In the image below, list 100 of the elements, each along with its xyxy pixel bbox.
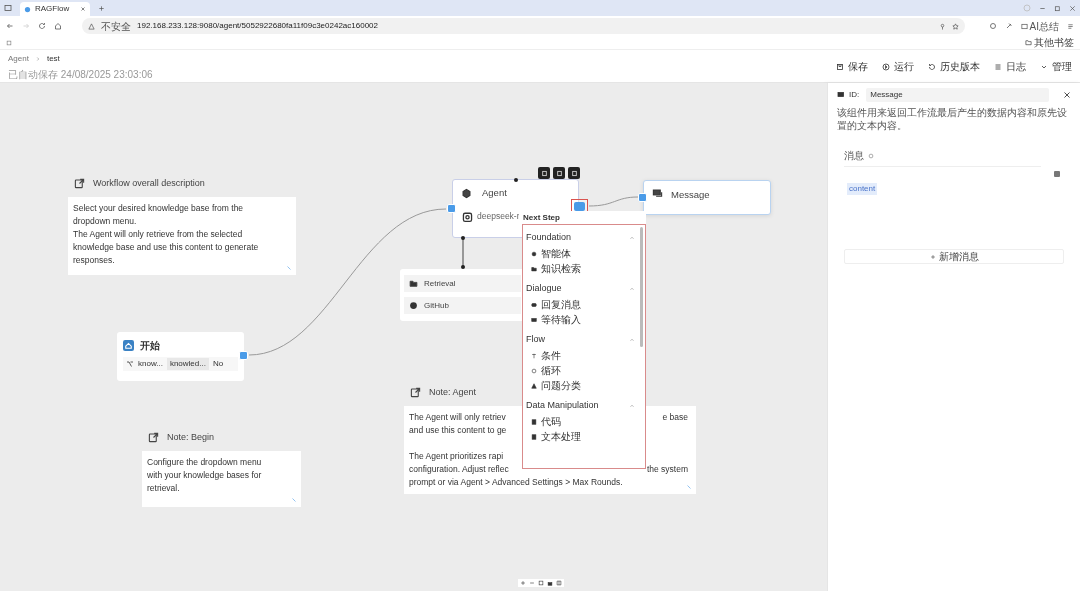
close-icon — [80, 6, 86, 12]
section-title: Dialogue — [526, 281, 562, 295]
forward-icon — [22, 22, 30, 30]
zoom-out-icon — [529, 580, 535, 586]
warning-icon — [88, 22, 95, 30]
home-icon — [123, 340, 134, 351]
address-bar[interactable]: 不安全 192.168.233.128:9080/agent/5052922680fa11f09c3e0242ac160002 — [82, 18, 965, 34]
note-title: Workflow overall description — [93, 177, 205, 190]
note-text: knowledge base and use this content to generate — [73, 241, 259, 254]
circle-icon — [409, 301, 418, 310]
chevron-right-icon — [34, 56, 41, 62]
menu-item[interactable]: 文本处理 — [531, 429, 635, 444]
note-text: Configure the dropdown menu — [147, 456, 262, 469]
message-node[interactable]: Message — [643, 180, 771, 215]
note-text: The Agent will only retrieve from the selected — [73, 228, 243, 241]
menu-item[interactable]: 智能体 — [531, 246, 635, 261]
new-tab-icon — [98, 5, 105, 12]
scrollbar[interactable] — [640, 227, 643, 347]
variable-tag: content — [847, 183, 878, 195]
autosave-text: 已自动保存 24/08/2025 23:03:06 — [8, 68, 153, 82]
node-title: 开始 — [140, 339, 160, 353]
note-text: Select your desired knowledge base from the — [73, 202, 244, 215]
connection-edge — [588, 196, 639, 207]
reload-icon — [38, 22, 46, 30]
menu-item[interactable]: 问题分类 — [531, 378, 635, 393]
node-title: Message — [671, 188, 710, 202]
connection-edge — [462, 238, 464, 268]
chat-icon — [837, 91, 845, 99]
section-title: Data Manipulation — [526, 398, 599, 412]
toolbar-button[interactable]: 运行 — [882, 59, 914, 74]
close-icon — [1069, 5, 1076, 12]
info-icon — [868, 152, 874, 159]
run-icon — [882, 62, 890, 71]
save-icon — [836, 62, 844, 71]
note-text: The Agent prioritizes rapi — [409, 450, 504, 463]
menu-icon — [1067, 22, 1074, 30]
loop-icon — [531, 367, 537, 374]
breadcrumb-current: test — [46, 53, 60, 65]
add-message-button[interactable]: 新增消息 — [844, 249, 1064, 264]
begin-node[interactable]: 开始 know... knowled... No — [117, 332, 244, 381]
menu-item[interactable]: 循环 — [531, 363, 635, 378]
toolbar-button[interactable]: 保存 — [836, 59, 868, 74]
note-text: the system — [646, 463, 689, 476]
restore-icon — [1054, 5, 1061, 12]
node-title: Agent — [482, 186, 507, 200]
ai-summary-button[interactable]: AI总结 — [1020, 18, 1059, 34]
chat-icon — [652, 188, 663, 199]
security-label: 不安全 — [101, 19, 131, 34]
connection-handle[interactable] — [239, 351, 248, 360]
note-text: e base — [662, 411, 689, 424]
tab-list-icon — [4, 4, 12, 12]
section-title: Flow — [526, 332, 545, 346]
fit-view-icon — [538, 580, 544, 586]
note-text: The Agent will only retriev — [409, 411, 506, 424]
star-icon — [951, 22, 959, 30]
history-icon — [928, 62, 936, 71]
toolbar-button[interactable]: 日志 — [994, 59, 1026, 74]
close-icon — [1063, 91, 1071, 99]
note-text: responses. — [73, 254, 115, 267]
toolbar-button[interactable]: 管理 — [1040, 59, 1072, 74]
folder-icon — [409, 279, 418, 288]
note-text: with your knowledge bases for — [147, 469, 262, 482]
menu-item[interactable]: 代码 — [531, 414, 635, 429]
note-title: Note: Agent — [429, 386, 477, 399]
toolbar-button[interactable]: 历史版本 — [928, 59, 980, 74]
profile-icon — [1023, 4, 1031, 12]
menu-item[interactable]: 回复消息 — [531, 297, 635, 312]
tab-title: RAGFlow — [35, 3, 70, 15]
note-text: dropdown menu. — [73, 215, 137, 228]
browser-tab[interactable]: RAGFlow — [20, 2, 90, 16]
note-text: retrieval. — [147, 482, 180, 495]
menu-item[interactable]: 知识检索 — [531, 261, 635, 276]
tool-item[interactable]: Retrieval — [404, 275, 521, 292]
classify-icon — [531, 382, 537, 389]
connection-handle[interactable] — [447, 204, 456, 213]
field-label: 消息 — [844, 149, 864, 163]
id-label: ID: — [849, 89, 860, 101]
minimize-icon — [1039, 5, 1046, 12]
location-icon — [938, 22, 946, 30]
note-icon — [148, 432, 159, 444]
input-optional: No — [212, 358, 224, 370]
home-icon — [54, 22, 62, 30]
zoom-in-icon — [520, 580, 526, 586]
note-title: Note: Begin — [167, 431, 215, 444]
breadcrumb-link[interactable]: Agent — [8, 53, 29, 65]
id-field[interactable]: Message — [866, 88, 1049, 102]
menu-item[interactable]: 等待输入 — [531, 312, 635, 327]
resize-icon — [291, 497, 297, 503]
component-description: 该组件用来返回工作流最后产生的数据内容和原先设置的文本内容。 — [837, 106, 1068, 132]
cube-icon — [461, 187, 472, 199]
folder-icon — [1025, 39, 1032, 46]
input-name: know... — [138, 358, 163, 370]
connection-handle[interactable] — [638, 193, 647, 202]
url-text: 192.168.233.128:9080/agent/5052922680fa11f09c3e0242ac160002 — [137, 20, 378, 32]
note-text: configuration. Adjust reflec — [409, 463, 509, 476]
tool-item[interactable]: GitHub — [404, 297, 521, 314]
note-text: prompt or via Agent > Advanced Settings > Max Rounds. — [409, 476, 623, 489]
menu-item[interactable]: 条件 — [531, 348, 635, 363]
dropdown-title: Next Step — [523, 212, 560, 224]
bookmark-folder[interactable]: 其他书签 — [1025, 35, 1074, 50]
